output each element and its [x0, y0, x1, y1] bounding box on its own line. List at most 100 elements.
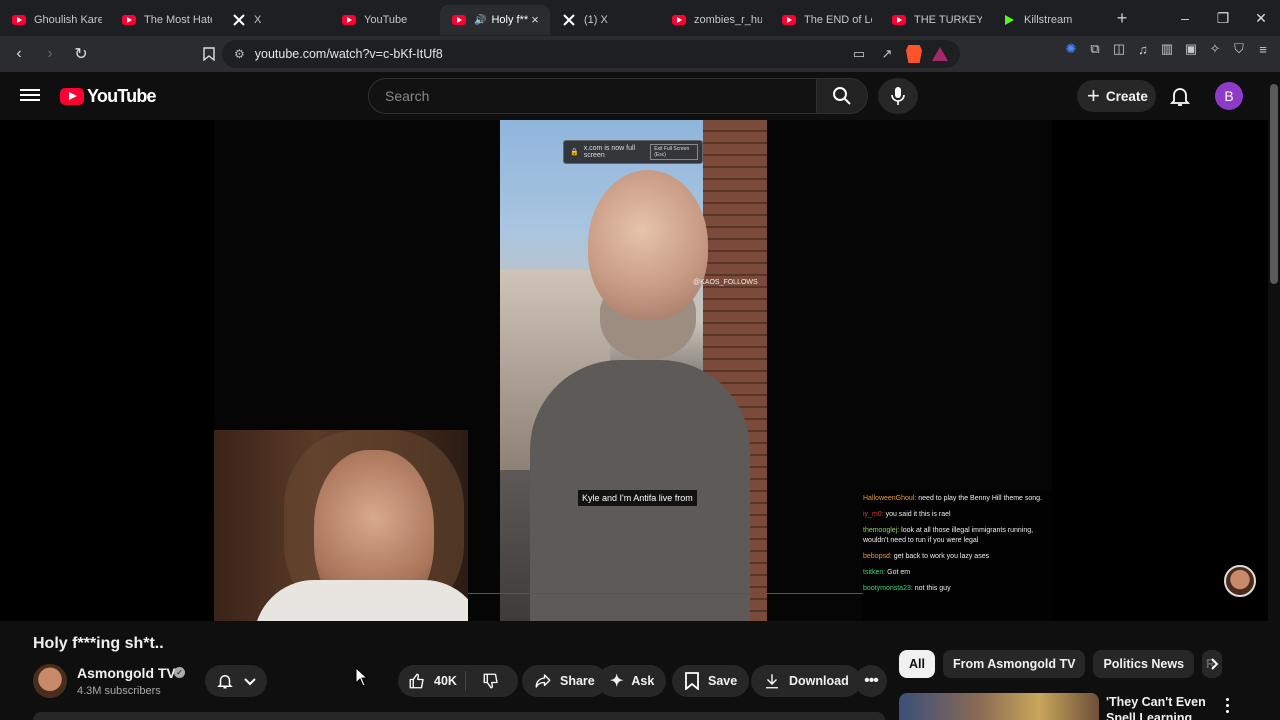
back-icon[interactable]: ‹ — [6, 41, 32, 67]
browser-tab-active[interactable]: 🔊 Holy f** × — [440, 5, 550, 35]
restore-icon[interactable]: ❐ — [1204, 0, 1242, 36]
page-scrollbar[interactable] — [1268, 72, 1280, 720]
ask-button[interactable]: ✦ Ask — [598, 665, 667, 697]
browser-tab[interactable]: YouTube — [330, 5, 440, 35]
browser-tab[interactable]: zombies_r_hung — [660, 5, 770, 35]
new-tab-button[interactable]: + — [1108, 4, 1136, 32]
channel-name[interactable]: Asmongold TV — [77, 665, 176, 681]
chip-all[interactable]: All — [899, 650, 935, 678]
close-window-icon[interactable]: ✕ — [1242, 0, 1280, 36]
description-box[interactable] — [33, 712, 885, 720]
chevron-down-icon — [243, 678, 256, 686]
chip-politics-news[interactable]: Politics News — [1093, 650, 1195, 678]
chat-message: themooglej: look at all those illegal im… — [863, 527, 1034, 544]
screenshot-icon[interactable]: ◫ — [1110, 40, 1128, 58]
chat-message: iy_m0: you said it this is rael — [863, 511, 951, 518]
vpn-icon[interactable]: ⛉ — [1230, 40, 1248, 58]
tab-title: Killstream — [1024, 14, 1073, 26]
youtube-logo[interactable]: YouTube — [60, 86, 157, 107]
search-input[interactable]: Search — [368, 78, 816, 114]
minimize-icon[interactable]: – — [1166, 0, 1204, 36]
brave-shields-icon[interactable] — [906, 45, 922, 63]
share-icon[interactable]: ↗ — [878, 45, 896, 63]
voice-search-button[interactable] — [878, 78, 918, 114]
tab-title: The Most Hated — [144, 14, 212, 26]
music-icon[interactable]: ♫ — [1134, 40, 1152, 58]
youtube-masthead: YouTube Search + Create B — [0, 72, 1280, 120]
menu-icon[interactable]: ≡ — [1254, 40, 1272, 58]
forward-icon[interactable]: › — [37, 41, 63, 67]
clip-person-head — [588, 170, 708, 320]
video-player[interactable]: 🔒 x.com is now full screen Exit Full Scr… — [0, 120, 1268, 621]
browser-tab[interactable]: (1) X — [550, 5, 660, 35]
cast-icon[interactable]: ▭ — [850, 45, 868, 63]
chip-from-channel[interactable]: From Asmongold TV — [942, 650, 1086, 678]
channel-watermark-avatar[interactable] — [1224, 565, 1256, 597]
browser-tab[interactable]: The END of Lol — [770, 5, 880, 35]
youtube-icon — [12, 15, 26, 25]
notifications-bell-icon[interactable] — [1168, 84, 1192, 108]
share-icon — [535, 674, 551, 688]
streamer-webcam — [214, 430, 468, 621]
stream-chat-overlay: HalloweenGhoul: need to play the Benny H… — [862, 490, 1052, 621]
youtube-icon — [782, 15, 796, 25]
guide-menu-icon[interactable] — [20, 86, 40, 106]
site-info-icon[interactable]: ⚙ — [234, 47, 245, 61]
address-bar[interactable]: ⚙ youtube.com/watch?v=c-bKf-ItUf8 ▭ ↗ — [222, 40, 960, 68]
account-avatar[interactable]: B — [1215, 82, 1243, 110]
clip-watermark: @KAOS_FOLLOWS — [693, 279, 758, 286]
leo-ai-icon[interactable]: ✧ — [1206, 40, 1224, 58]
extensions-puzzle-icon[interactable]: ⧉ — [1086, 40, 1104, 58]
browser-tab[interactable]: Killstream — [990, 5, 1100, 35]
tab-title: Holy f** — [491, 14, 528, 26]
reload-icon[interactable]: ↻ — [68, 41, 94, 67]
webcam-shirt — [254, 580, 468, 621]
verified-badge-icon: ✓ — [174, 667, 185, 678]
create-label: Create — [1105, 88, 1148, 104]
create-button[interactable]: + Create — [1077, 80, 1156, 112]
close-tab-icon[interactable]: × — [528, 13, 542, 27]
download-button[interactable]: Download — [751, 665, 861, 697]
search-button[interactable] — [816, 78, 868, 114]
bookmark-icon[interactable] — [196, 41, 222, 67]
save-label: Save — [708, 674, 738, 688]
bookmark-icon — [685, 672, 699, 690]
wallet-icon[interactable]: ▣ — [1182, 40, 1200, 58]
clip-progress-line — [468, 593, 863, 594]
share-button[interactable]: Share — [522, 665, 607, 697]
browser-tab[interactable]: X — [220, 5, 330, 35]
like-dislike-group: 40K — [398, 665, 518, 697]
audio-playing-icon[interactable]: 🔊 — [474, 15, 486, 26]
exit-fullscreen-hint: Exit Full Screen (Esc) — [650, 144, 698, 160]
scrollbar-thumb[interactable] — [1270, 84, 1278, 284]
subscription-notifications-button[interactable] — [205, 665, 267, 697]
sparkle-icon: ✦ — [610, 673, 624, 690]
brave-rewards-icon[interactable] — [932, 47, 948, 61]
window-controls: – ❐ ✕ — [1166, 0, 1280, 36]
x-icon — [232, 13, 246, 27]
ask-label: Ask — [631, 674, 655, 688]
chevron-right-icon[interactable] — [1202, 652, 1226, 676]
plus-icon: + — [1087, 83, 1100, 108]
browser-tab[interactable]: THE TURKEY TO — [880, 5, 990, 35]
chat-message: tsitken: Got em — [863, 569, 911, 576]
browser-toolbar: ‹ › ↻ ⚙ youtube.com/watch?v=c-bKf-ItUf8 … — [0, 36, 1280, 72]
chat-message: bootymonsta23: not this guy — [863, 585, 951, 592]
tab-title: The END of Lol — [804, 14, 872, 26]
channel-avatar[interactable] — [33, 664, 67, 698]
extension-icon[interactable]: ✺ — [1062, 40, 1080, 58]
like-button[interactable]: 40K — [398, 671, 466, 691]
dislike-button[interactable] — [466, 672, 516, 690]
youtube-icon — [892, 15, 906, 25]
more-actions-button[interactable]: ••• — [855, 665, 887, 697]
recommendation-thumbnail[interactable] — [899, 693, 1099, 720]
browser-tab[interactable]: The Most Hated — [110, 5, 220, 35]
chat-message: bebopsd: get back to work you lazy ases — [863, 553, 990, 560]
sidebar-icon[interactable]: ▥ — [1158, 40, 1176, 58]
more-vertical-icon[interactable] — [1220, 696, 1234, 714]
save-button[interactable]: Save — [672, 665, 750, 697]
thumbs-down-icon — [483, 673, 498, 689]
youtube-play-icon — [60, 88, 84, 105]
recommendation-title[interactable]: 'They Can't Even Spell Learning — [1106, 694, 1206, 720]
browser-tab[interactable]: Ghoulish Karen — [0, 5, 110, 35]
